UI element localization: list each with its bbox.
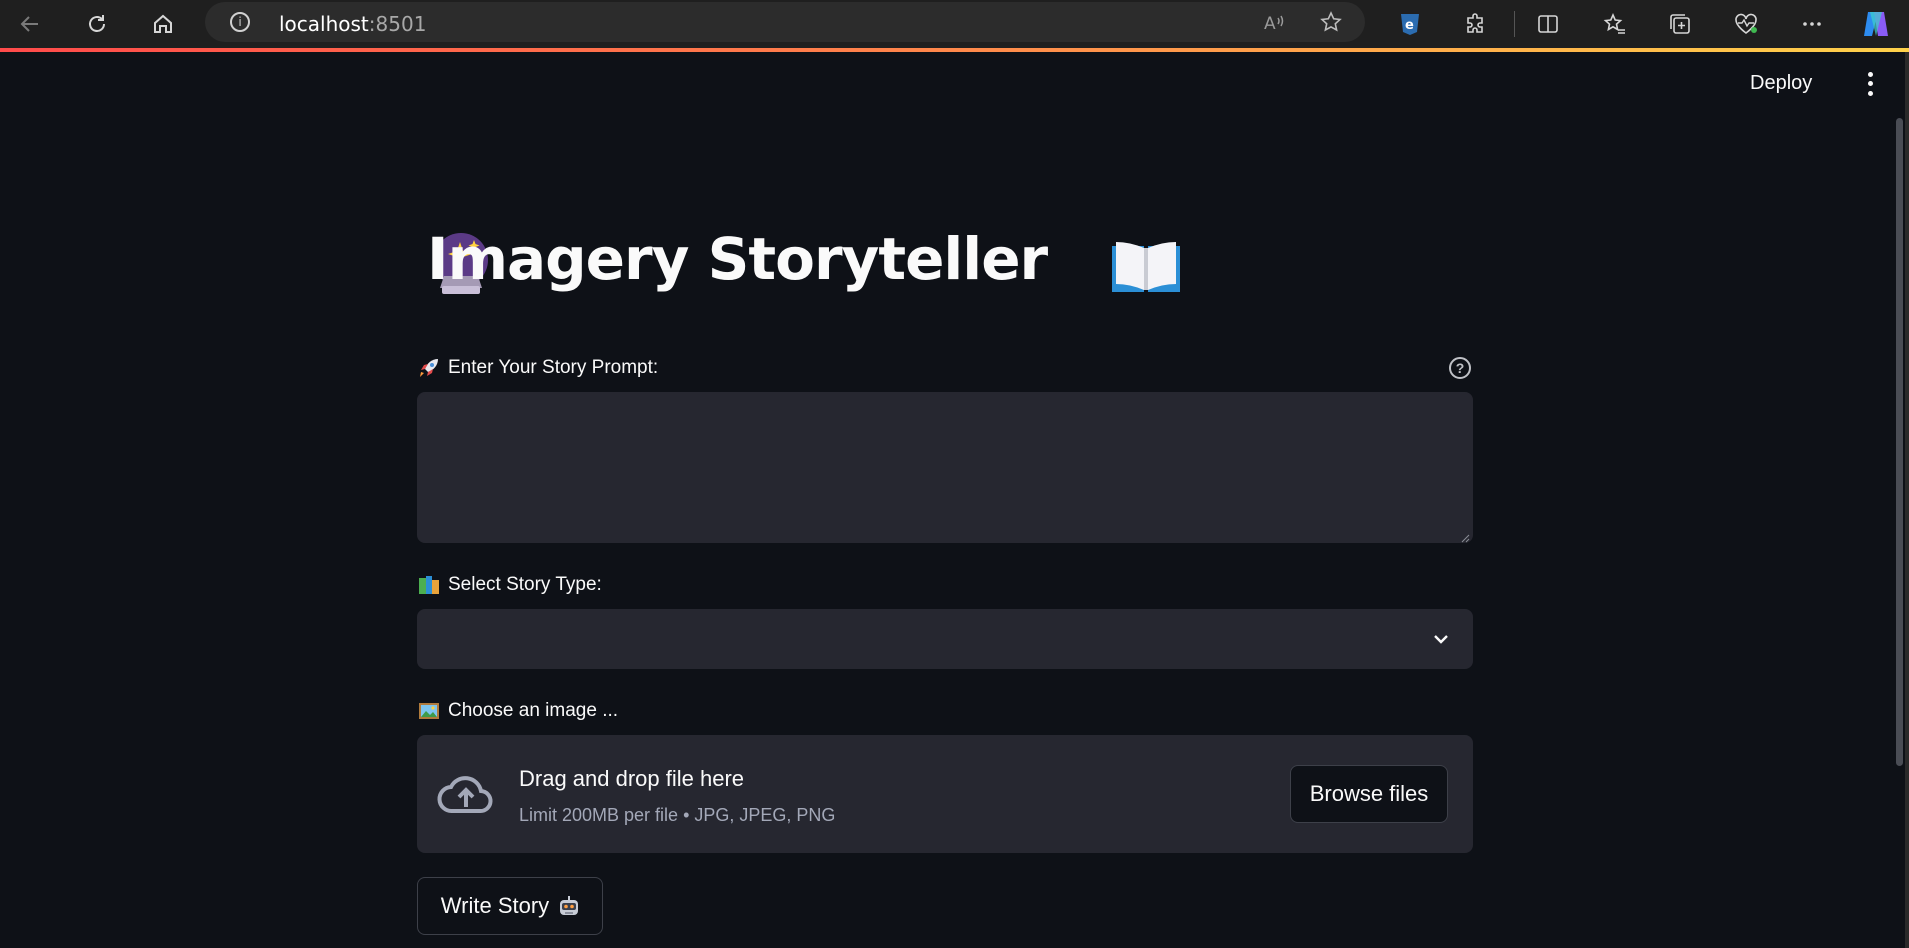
main-menu-icon[interactable]: [1860, 70, 1880, 98]
dropzone-title: Drag and drop file here: [519, 766, 745, 791]
rocket-icon: [418, 357, 440, 379]
write-story-button[interactable]: Write Story: [417, 877, 603, 935]
back-arrow-icon[interactable]: [12, 6, 48, 42]
more-icon[interactable]: [1794, 6, 1830, 42]
help-icon[interactable]: ?: [1449, 357, 1471, 379]
browser-toolbar: i localhost:8501 A e: [0, 0, 1909, 48]
loading-progress-line: [0, 48, 1909, 52]
split-screen-icon[interactable]: [1530, 6, 1566, 42]
chevron-down-icon[interactable]: [1431, 629, 1451, 649]
page-title: Imagery Storyteller: [427, 225, 1048, 293]
deploy-button[interactable]: Deploy: [1750, 72, 1812, 95]
puzzle-icon[interactable]: [1458, 6, 1494, 42]
resize-handle-icon[interactable]: [1460, 530, 1470, 543]
prompt-label-text: Enter Your Story Prompt:: [448, 357, 659, 378]
scrollbar[interactable]: [1896, 118, 1903, 766]
info-icon[interactable]: i: [230, 12, 250, 32]
svg-text:A: A: [1264, 14, 1276, 33]
collections-icon[interactable]: [1662, 6, 1698, 42]
toolbar-divider: [1514, 11, 1515, 37]
story-prompt-textarea[interactable]: [417, 392, 1473, 543]
favorites-icon[interactable]: [1597, 6, 1633, 42]
extension-icon[interactable]: e: [1392, 6, 1428, 42]
browse-files-button[interactable]: Browse files: [1290, 765, 1448, 823]
home-icon[interactable]: [145, 6, 181, 42]
copilot-icon[interactable]: [1858, 6, 1894, 42]
robot-icon: [557, 895, 579, 917]
framed-picture-icon: [418, 700, 440, 722]
prompt-label: Enter Your Story Prompt:: [418, 357, 658, 379]
story-type-label-text: Select Story Type:: [448, 574, 602, 595]
story-type-label: Select Story Type:: [418, 574, 602, 596]
write-story-label: Write Story: [440, 893, 550, 918]
refresh-icon[interactable]: [79, 6, 115, 42]
window-edge: [1905, 52, 1909, 948]
address-bar[interactable]: i localhost:8501 A: [205, 2, 1365, 42]
favorite-star-icon[interactable]: [1317, 8, 1345, 36]
image-upload-label-text: Choose an image ...: [448, 700, 619, 721]
books-icon: [418, 574, 440, 596]
svg-text:e: e: [1405, 18, 1414, 33]
dropzone-limit-text: Limit 200MB per file • JPG, JPEG, PNG: [519, 805, 836, 825]
image-upload-label: Choose an image ...: [418, 700, 618, 722]
url-text: localhost:8501: [279, 12, 427, 36]
story-type-select[interactable]: [417, 609, 1473, 669]
open-book-icon: [1110, 238, 1182, 303]
read-aloud-icon[interactable]: A: [1260, 8, 1288, 36]
cloud-upload-icon: [437, 771, 495, 820]
browser-essentials-icon[interactable]: [1728, 6, 1764, 42]
